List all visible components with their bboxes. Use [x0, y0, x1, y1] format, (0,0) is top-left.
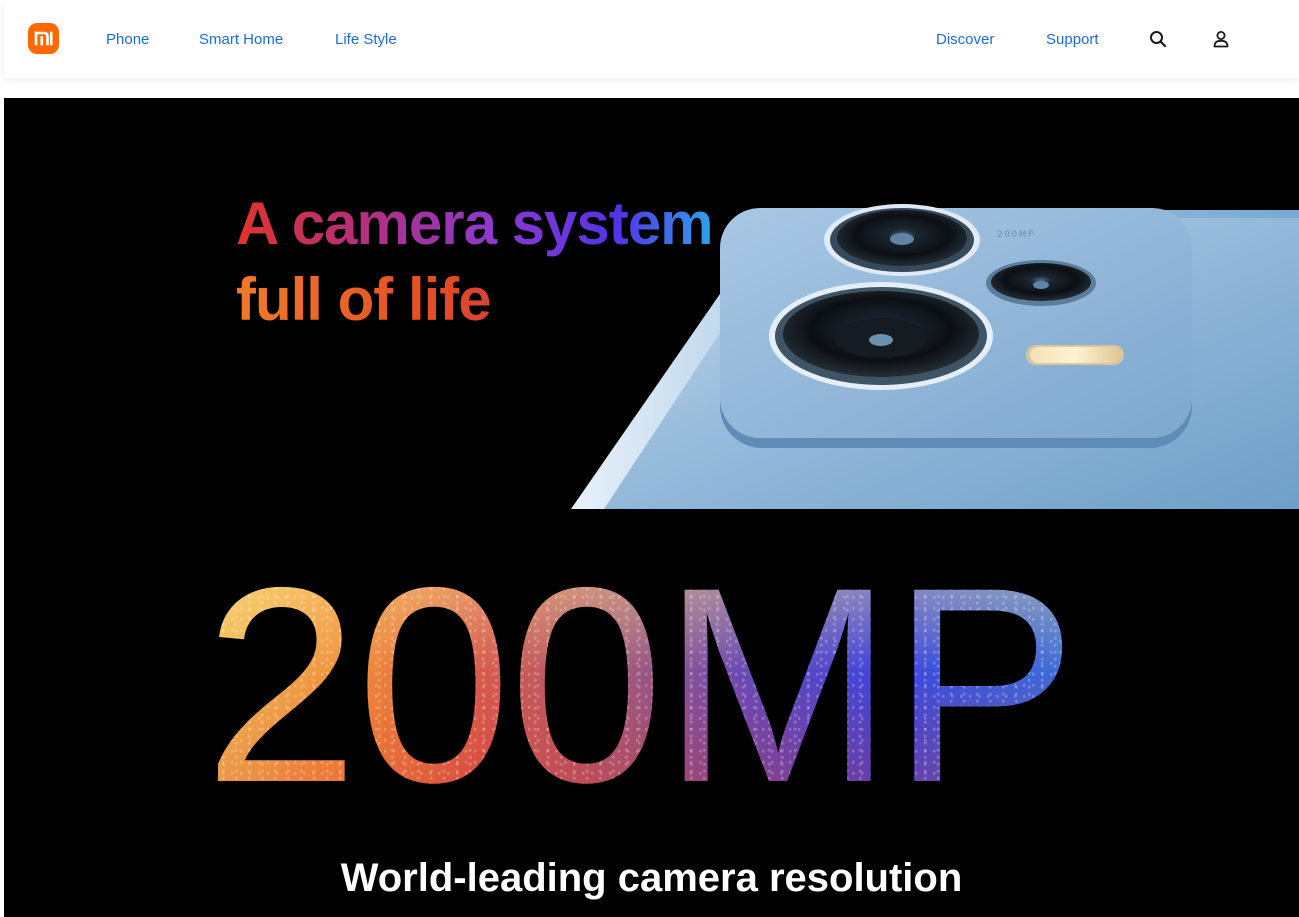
- hero-subtitle: World-leading camera resolution: [340, 856, 963, 900]
- user-icon[interactable]: [1210, 28, 1232, 50]
- nav-smart-home[interactable]: Smart Home: [199, 30, 283, 50]
- site-header: Phone Smart Home Life Style Discover Sup…: [4, 0, 1299, 78]
- headline-line-1: A camera system: [236, 186, 713, 262]
- nav-life-style[interactable]: Life Style: [335, 30, 397, 50]
- phone-badge-text: 200MP: [997, 230, 1035, 240]
- headline-line-2: full of life: [236, 262, 712, 338]
- nav-phone[interactable]: Phone: [106, 30, 149, 50]
- hero-headline: A camera system full of life: [236, 186, 713, 338]
- hero-banner: 200MP A camera system full of life 200MP…: [4, 98, 1299, 917]
- mi-logo[interactable]: [28, 23, 59, 54]
- nav-support[interactable]: Support: [1046, 30, 1099, 50]
- megapixel-heading: 200MP: [204, 529, 1075, 840]
- search-icon[interactable]: [1147, 28, 1169, 50]
- nav-discover[interactable]: Discover: [936, 30, 994, 50]
- mi-logo-icon: [34, 31, 53, 46]
